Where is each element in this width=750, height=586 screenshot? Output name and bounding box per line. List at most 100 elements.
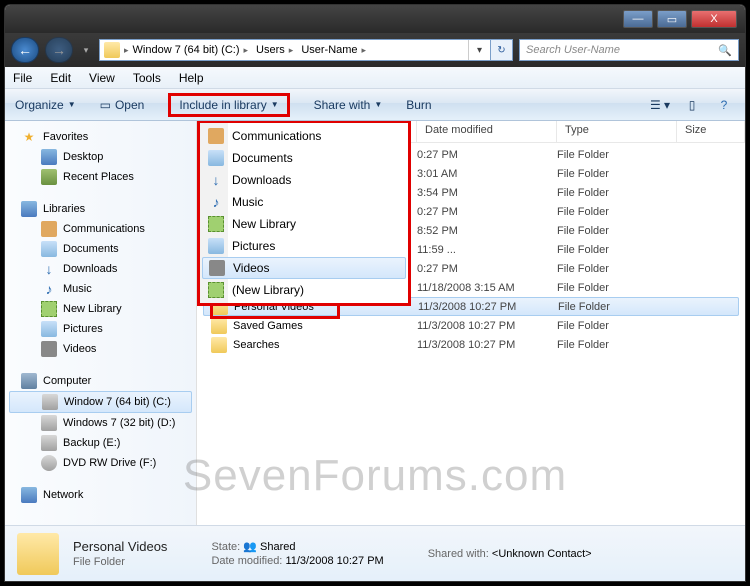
downloads-icon: ↓	[208, 172, 224, 188]
menu-item-videos[interactable]: Videos	[202, 257, 406, 279]
search-input[interactable]: Search User-Name 🔍	[519, 39, 739, 61]
menu-file[interactable]: File	[13, 71, 32, 85]
star-icon: ★	[21, 129, 37, 145]
drive-icon	[41, 415, 57, 431]
new-library-icon	[208, 282, 224, 298]
address-bar[interactable]: ▸ Window 7 (64 bit) (C:)▸ Users▸ User-Na…	[99, 39, 513, 61]
menu-edit[interactable]: Edit	[50, 71, 71, 85]
maximize-button[interactable]: ▭	[657, 10, 687, 28]
libraries-group[interactable]: Libraries	[5, 199, 196, 219]
documents-icon	[208, 150, 224, 166]
file-date: 11/18/2008 3:15 AM	[417, 282, 557, 294]
tree-item[interactable]: ♪Music	[5, 279, 196, 299]
column-size[interactable]: Size	[677, 121, 745, 142]
tree-item[interactable]: Videos	[5, 339, 196, 359]
documents-icon	[41, 241, 57, 257]
minimize-button[interactable]: —	[623, 10, 653, 28]
file-name: Searches	[233, 339, 279, 351]
file-type: File Folder	[557, 244, 677, 256]
tree-item-drive-f[interactable]: DVD RW Drive (F:)	[5, 453, 196, 473]
file-date: 11/3/2008 10:27 PM	[417, 339, 557, 351]
tree-item[interactable]: Documents	[5, 239, 196, 259]
menu-item-new-library[interactable]: New Library	[200, 213, 408, 235]
communications-icon	[208, 128, 224, 144]
tree-item[interactable]: Pictures	[5, 319, 196, 339]
network-icon	[21, 487, 37, 503]
breadcrumb[interactable]: Window 7 (64 bit) (C:)▸	[129, 40, 253, 60]
back-button[interactable]: ←	[11, 37, 39, 63]
share-with-button[interactable]: Share with▼	[314, 98, 383, 112]
tree-item-drive-d[interactable]: Windows 7 (32 bit) (D:)	[5, 413, 196, 433]
command-bar: Organize▼ ▭Open Include in library▼ Shar…	[5, 89, 745, 121]
desktop-icon	[41, 149, 57, 165]
file-type: File Folder	[557, 149, 677, 161]
menu-item-pictures[interactable]: Pictures	[200, 235, 408, 257]
file-date: 3:54 PM	[417, 187, 557, 199]
folder-icon	[211, 318, 227, 334]
forward-button[interactable]: →	[45, 37, 73, 63]
computer-icon	[21, 373, 37, 389]
network-group[interactable]: Network	[5, 485, 196, 505]
file-type: File Folder	[557, 339, 677, 351]
folder-icon	[104, 42, 120, 58]
file-type: File Folder	[557, 187, 677, 199]
file-date: 11/3/2008 10:27 PM	[417, 320, 557, 332]
file-row[interactable]: Saved Games 11/3/2008 10:27 PMFile Folder	[197, 316, 745, 335]
open-icon: ▭	[100, 98, 111, 112]
file-date: 3:01 AM	[417, 168, 557, 180]
navigation-bar: ← → ▾ ▸ Window 7 (64 bit) (C:)▸ Users▸ U…	[5, 33, 745, 67]
help-button[interactable]: ?	[713, 94, 735, 116]
column-type[interactable]: Type	[557, 121, 677, 142]
include-in-library-button[interactable]: Include in library▼	[168, 93, 289, 117]
file-type: File Folder	[558, 301, 678, 313]
menu-item-documents[interactable]: Documents	[200, 147, 408, 169]
tree-item-desktop[interactable]: Desktop	[5, 147, 196, 167]
tree-item-recent[interactable]: Recent Places	[5, 167, 196, 187]
menu-item-communications[interactable]: Communications	[200, 125, 408, 147]
organize-button[interactable]: Organize▼	[15, 98, 76, 112]
new-library-icon	[208, 216, 224, 232]
recent-pages-button[interactable]: ▾	[79, 40, 93, 60]
drive-icon	[42, 394, 58, 410]
menu-help[interactable]: Help	[179, 71, 204, 85]
menu-view[interactable]: View	[89, 71, 115, 85]
shared-label: Shared with:	[428, 548, 489, 560]
menu-item-music[interactable]: ♪Music	[200, 191, 408, 213]
breadcrumb[interactable]: Users▸	[252, 40, 297, 60]
file-type: File Folder	[557, 225, 677, 237]
file-type: File Folder	[557, 206, 677, 218]
preview-pane-button[interactable]: ▯	[681, 94, 703, 116]
computer-group[interactable]: ▾Computer	[5, 371, 196, 391]
modified-value: 11/3/2008 10:27 PM	[285, 555, 383, 567]
music-icon: ♪	[41, 281, 57, 297]
pictures-icon	[208, 238, 224, 254]
refresh-button[interactable]: ↻	[490, 40, 512, 60]
menu-item-create-new-library[interactable]: (New Library)	[200, 279, 408, 301]
file-date: 11:59 ...	[417, 244, 557, 256]
tree-item[interactable]: ↓Downloads	[5, 259, 196, 279]
menu-item-downloads[interactable]: ↓Downloads	[200, 169, 408, 191]
file-type: File Folder	[557, 320, 677, 332]
menu-tools[interactable]: Tools	[133, 71, 161, 85]
burn-button[interactable]: Burn	[406, 98, 431, 112]
tree-item[interactable]: Communications	[5, 219, 196, 239]
address-dropdown-button[interactable]: ▾	[468, 40, 490, 60]
menu-bar: File Edit View Tools Help	[5, 67, 745, 89]
file-date: 0:27 PM	[417, 206, 557, 218]
explorer-window: — ▭ X ← → ▾ ▸ Window 7 (64 bit) (C:)▸ Us…	[4, 4, 746, 582]
favorites-group[interactable]: ★Favorites	[5, 127, 196, 147]
modified-label: Date modified:	[211, 555, 282, 567]
tree-item-drive-c[interactable]: Window 7 (64 bit) (C:)	[9, 391, 192, 413]
file-row[interactable]: Searches 11/3/2008 10:27 PMFile Folder	[197, 335, 745, 354]
navigation-pane: ★Favorites Desktop Recent Places Librari…	[5, 121, 197, 525]
tree-item[interactable]: New Library	[5, 299, 196, 319]
open-button[interactable]: ▭Open	[100, 98, 145, 112]
view-options-button[interactable]: ☰ ▾	[649, 94, 671, 116]
column-date[interactable]: Date modified	[417, 121, 557, 142]
close-button[interactable]: X	[691, 10, 737, 28]
state-label: State:	[211, 541, 240, 553]
file-name: Saved Games	[233, 320, 303, 332]
drive-icon	[41, 435, 57, 451]
breadcrumb[interactable]: User-Name▸	[297, 40, 370, 60]
tree-item-drive-e[interactable]: Backup (E:)	[5, 433, 196, 453]
